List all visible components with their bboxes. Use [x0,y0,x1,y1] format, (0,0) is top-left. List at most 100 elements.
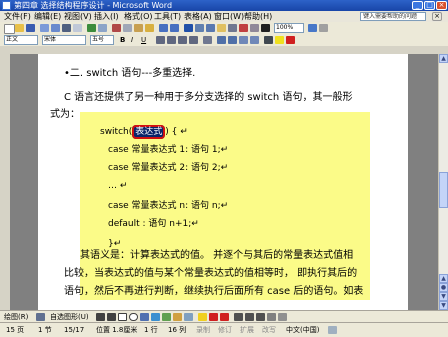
decrease-indent-icon[interactable] [239,36,248,44]
arrow-icon[interactable] [107,313,116,321]
status-page: 15 页 [6,326,25,334]
code-line: default : 语句 n+1;↵ [108,219,199,229]
wordart-icon[interactable] [151,313,160,321]
scroll-down-icon[interactable]: ▼ [439,301,448,310]
menu-table[interactable]: 表格(A) [184,11,212,22]
menu-file[interactable]: 文件(F) [4,11,31,22]
document-map-icon[interactable] [250,24,259,32]
justify-icon[interactable] [189,36,198,44]
new-document-icon[interactable] [4,24,15,34]
research-icon[interactable] [98,24,107,32]
increase-indent-icon[interactable] [250,36,259,44]
menu-format[interactable]: 格式(O) [124,11,153,22]
clipart-icon[interactable] [173,313,182,321]
menu-edit[interactable]: 编辑(E) [34,11,61,22]
vertical-ruler[interactable] [0,54,10,310]
next-page-icon[interactable]: ▼ [439,292,448,301]
undo-icon[interactable] [159,24,168,32]
bullets-icon[interactable] [228,36,237,44]
scroll-up-icon[interactable]: ▲ [439,54,448,63]
zoom-select[interactable]: 100% [274,23,304,33]
align-right-icon[interactable] [178,36,187,44]
arrow-style-icon[interactable] [256,313,265,321]
help-icon[interactable] [308,24,317,32]
redo-icon[interactable] [170,24,179,32]
document-page[interactable]: •二. switch 语句---多重选择. C 语言还提供了另一种用于多分支选择… [38,54,408,310]
menu-view[interactable]: 视图(V) [64,11,92,22]
shadow-icon[interactable] [267,313,276,321]
show-hide-icon[interactable] [261,24,270,32]
open-folder-icon[interactable] [15,24,24,32]
hyperlink-icon[interactable] [184,24,193,32]
status-extend[interactable]: 扩展 [240,325,254,335]
email-icon[interactable] [51,24,60,32]
align-left-icon[interactable] [156,36,165,44]
picture-icon[interactable] [184,313,193,321]
status-overtype[interactable]: 改写 [262,325,276,335]
help-search-input[interactable]: 键入需要帮助的问题 [360,12,426,21]
style-select[interactable]: 正文 [4,35,38,45]
font-select[interactable]: 宋体 [42,35,86,45]
previous-page-icon[interactable]: ▲ [439,274,448,283]
align-center-icon[interactable] [167,36,176,44]
save-icon[interactable] [26,24,35,32]
horizontal-ruler[interactable] [0,46,448,54]
draw-font-color-icon[interactable] [220,313,229,321]
close-button[interactable]: × [436,1,447,10]
insert-table-icon[interactable] [206,24,215,32]
minimize-button[interactable]: _ [412,1,423,10]
oval-icon[interactable] [129,313,138,321]
draw-menu[interactable]: 绘图(R) [4,312,28,322]
selected-text[interactable]: 表达式 [132,125,166,139]
code-line: }↵ [108,239,122,249]
bold-icon[interactable]: B [120,35,125,45]
tables-borders-icon[interactable] [195,24,204,32]
menu-tools[interactable]: 工具(T) [154,11,181,22]
status-track-changes[interactable]: 修订 [218,325,232,335]
line-icon[interactable] [96,313,105,321]
doc-close-icon[interactable]: × [432,12,442,21]
paragraph-semantic-line-1: 其语义是：计算表达式的值。 并逐个与其后的常量表达式值相 [80,250,354,261]
status-record[interactable]: 录制 [196,325,210,335]
paste-icon[interactable] [134,24,143,32]
highlight-icon[interactable] [275,36,284,44]
line-style-icon[interactable] [234,313,243,321]
cut-icon[interactable] [112,24,121,32]
underline-icon[interactable]: U [141,35,146,45]
select-browse-object-icon[interactable]: ● [439,283,448,292]
menu-help[interactable]: 帮助(H) [244,11,272,22]
code-switch-suffix: ) { ↵ [165,127,188,137]
permission-icon[interactable] [40,24,49,32]
spelling-icon[interactable] [87,24,96,32]
print-preview-icon[interactable] [73,24,82,32]
scroll-thumb[interactable] [439,172,448,208]
vertical-scrollbar[interactable]: ▲ ▲ ● ▼ ▼ [438,54,448,310]
fill-color-icon[interactable] [198,313,207,321]
line-spacing-icon[interactable] [203,36,212,44]
maximize-button[interactable]: □ [424,1,435,10]
italic-icon[interactable]: I [131,35,133,45]
insert-excel-icon[interactable] [217,24,226,32]
border-icon[interactable] [264,36,273,44]
print-icon[interactable] [62,24,71,32]
numbering-icon[interactable] [217,36,226,44]
dash-style-icon[interactable] [245,313,254,321]
diagram-icon[interactable] [162,313,171,321]
select-objects-icon[interactable] [36,313,45,321]
word-app-icon[interactable] [2,1,11,10]
rectangle-icon[interactable] [118,313,127,321]
menu-window[interactable]: 窗口(W) [214,11,244,22]
read-icon[interactable] [319,24,328,32]
font-size-select[interactable]: 五号 [90,35,114,45]
autoshapes-menu[interactable]: 自选图形(U) [50,312,89,322]
3d-icon[interactable] [278,313,287,321]
format-painter-icon[interactable] [145,24,154,32]
drawing-icon[interactable] [239,24,248,32]
line-color-icon[interactable] [209,313,218,321]
text-box-icon[interactable] [140,313,149,321]
columns-icon[interactable] [228,24,237,32]
font-color-icon[interactable] [286,36,295,44]
menu-insert[interactable]: 插入(I) [94,11,119,22]
copy-icon[interactable] [123,24,132,32]
spelling-status-icon[interactable] [328,326,337,334]
